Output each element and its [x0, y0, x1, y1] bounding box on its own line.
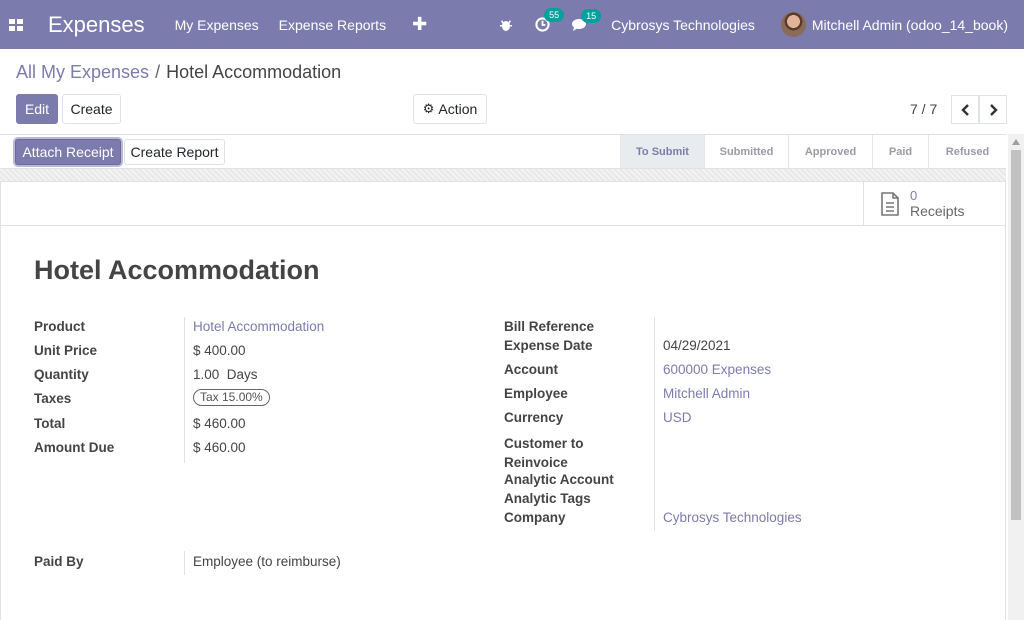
- plus-icon[interactable]: ✚: [412, 14, 427, 35]
- label-employee: Employee: [504, 386, 568, 401]
- label-amount-due: Amount Due: [34, 440, 115, 455]
- label-analytic-tags: Analytic Tags: [504, 491, 591, 506]
- avatar: [780, 12, 806, 37]
- label-bill-reference: Bill Reference: [504, 319, 595, 334]
- account-field[interactable]: 600000 Expenses: [663, 362, 771, 377]
- label-paid-by: Paid By: [34, 554, 84, 569]
- pager-value[interactable]: 7 / 7: [910, 101, 937, 117]
- receipts-count: 0: [910, 188, 918, 203]
- stage-refused: Refused: [928, 135, 1006, 168]
- pager-previous-button[interactable]: [951, 95, 979, 124]
- right-group-divider: [654, 317, 655, 531]
- label-taxes: Taxes: [34, 391, 72, 406]
- gear-icon: ⚙: [422, 101, 435, 116]
- edit-button[interactable]: Edit: [16, 94, 58, 124]
- stage-to-submit: To Submit: [620, 135, 704, 168]
- create-report-button[interactable]: Create Report: [124, 139, 225, 165]
- breadcrumb-separator: /: [155, 62, 161, 82]
- activity-count-badge: 55: [544, 8, 565, 22]
- label-analytic-account: Analytic Account: [504, 472, 614, 487]
- stage-paid: Paid: [872, 135, 928, 168]
- label-company: Company: [504, 510, 566, 525]
- unit-price-field: $ 400.00: [193, 343, 246, 358]
- breadcrumb: All My Expenses / Hotel Accommodation: [16, 62, 341, 83]
- main-menu: My Expenses Expense Reports ✚: [175, 14, 428, 35]
- amount-due-field: $ 460.00: [193, 440, 246, 455]
- menu-my-expenses[interactable]: My Expenses: [175, 17, 259, 33]
- menu-expense-reports[interactable]: Expense Reports: [279, 17, 386, 33]
- page-title: Hotel Accommodation: [34, 255, 320, 285]
- top-navbar: Expenses My Expenses Expense Reports ✚ 5…: [0, 0, 1024, 49]
- stage-submitted: Submitted: [704, 135, 788, 168]
- paid-by-field: Employee (to reimburse): [193, 554, 341, 569]
- employee-field[interactable]: Mitchell Admin: [663, 386, 750, 401]
- receipts-smart-button[interactable]: 0 Receipts: [863, 182, 1005, 226]
- product-field[interactable]: Hotel Accommodation: [193, 319, 324, 334]
- sheet-background: [0, 169, 1006, 181]
- stage-pipeline: To Submit Submitted Approved Paid Refuse…: [620, 135, 1006, 168]
- scrollbar-thumb[interactable]: [1011, 150, 1021, 520]
- create-button[interactable]: Create: [62, 94, 121, 124]
- receipts-label: Receipts: [910, 203, 965, 219]
- scroll-up-icon: [1012, 139, 1020, 145]
- label-customer-to-reinvoice: Customer to Reinvoice: [504, 436, 584, 470]
- apps-menu-icon[interactable]: [0, 0, 32, 49]
- total-field: $ 460.00: [193, 416, 246, 431]
- label-unit-price: Unit Price: [34, 343, 98, 358]
- bug-icon[interactable]: [499, 18, 513, 32]
- action-label: Action: [438, 101, 478, 117]
- activity-icon[interactable]: 55: [535, 8, 565, 32]
- form-sheet: 0 Receipts Hotel Accommodation Product H…: [0, 181, 1006, 620]
- breadcrumb-current: Hotel Accommodation: [166, 62, 342, 82]
- pager-next-button[interactable]: [979, 95, 1007, 124]
- label-currency: Currency: [504, 410, 564, 425]
- page-scrollbar[interactable]: [1008, 134, 1024, 620]
- label-expense-date: Expense Date: [504, 338, 593, 353]
- currency-field[interactable]: USD: [663, 410, 692, 425]
- systray: 55 15 Cybrosys Technologies Mitchell Adm…: [499, 0, 1024, 49]
- chevron-right-icon: [989, 103, 998, 116]
- paid-by-divider: [184, 551, 185, 575]
- action-button[interactable]: ⚙ Action: [413, 94, 487, 124]
- file-icon: [881, 192, 899, 216]
- breadcrumb-parent[interactable]: All My Expenses: [16, 62, 149, 82]
- label-account: Account: [504, 362, 558, 377]
- expense-date-field: 04/29/2021: [663, 338, 731, 353]
- user-menu[interactable]: Mitchell Admin (odoo_14_book): [780, 12, 1008, 37]
- chevron-left-icon: [960, 103, 969, 116]
- app-brand[interactable]: Expenses: [48, 12, 145, 38]
- user-name: Mitchell Admin (odoo_14_book): [811, 16, 1008, 33]
- status-bar: Attach Receipt Create Report To Submit S…: [0, 134, 1006, 169]
- button-box: 0 Receipts: [1, 182, 1005, 226]
- label-total: Total: [34, 416, 66, 431]
- chat-icon[interactable]: 15: [572, 8, 602, 32]
- left-group-divider: [184, 317, 185, 463]
- taxes-field: Tax 15.00%: [193, 389, 270, 406]
- quantity-field: 1.00 Days: [193, 367, 258, 382]
- company-switcher[interactable]: Cybrosys Technologies: [611, 17, 755, 33]
- company-field[interactable]: Cybrosys Technologies: [663, 510, 802, 525]
- label-product: Product: [34, 319, 86, 334]
- stage-approved: Approved: [788, 135, 872, 168]
- tax-tag: Tax 15.00%: [193, 389, 270, 406]
- message-count-badge: 15: [581, 8, 602, 23]
- attach-receipt-button[interactable]: Attach Receipt: [15, 139, 121, 165]
- label-quantity: Quantity: [34, 367, 89, 382]
